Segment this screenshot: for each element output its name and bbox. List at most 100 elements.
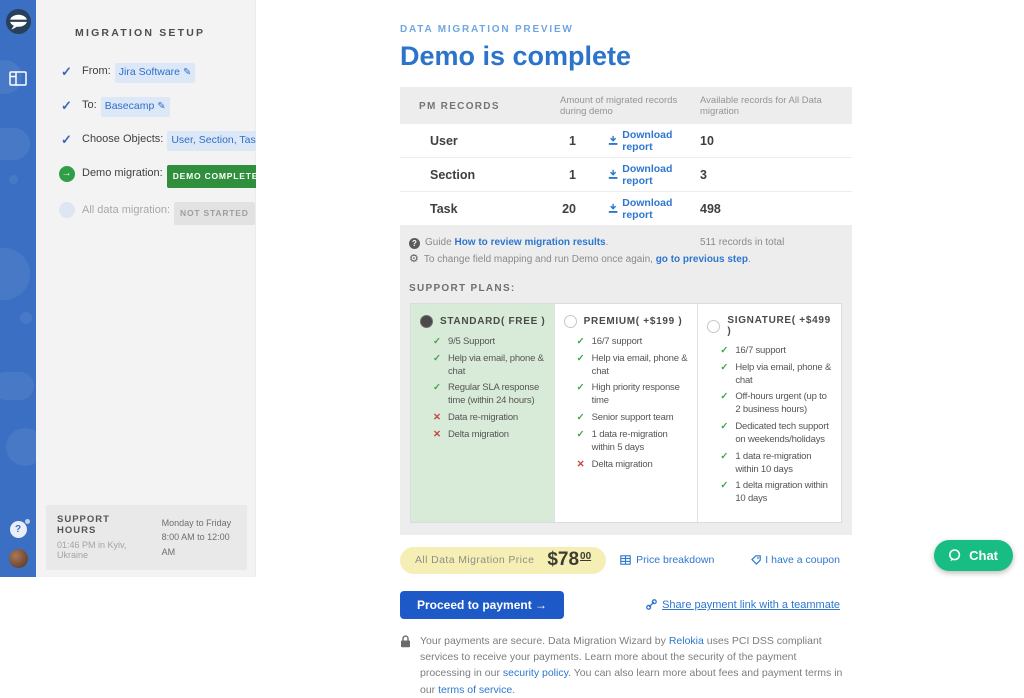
pencil-icon[interactable]: ✎ <box>157 101 165 112</box>
plan-standard-select[interactable]: STANDARD( FREE ) <box>420 315 547 328</box>
table-row: Section 1 Download report 3 <box>400 158 852 191</box>
plan-feature: Senior support team <box>577 412 691 425</box>
pencil-icon[interactable]: ✎ <box>183 67 191 78</box>
chat-label: Chat <box>969 548 998 563</box>
support-hours-time: 8:00 AM to 12:00 AM <box>162 530 236 559</box>
entity-cell: User <box>400 134 560 148</box>
terms-of-service-link[interactable]: terms of service <box>438 684 512 696</box>
grid-icon <box>620 555 631 565</box>
download-icon <box>608 169 618 180</box>
help-icon[interactable]: ? <box>10 521 27 538</box>
download-report-link[interactable]: Download report <box>608 129 700 153</box>
download-report-link[interactable]: Download report <box>608 163 700 187</box>
records-card: PM RECORDS Amount of migrated records du… <box>400 87 852 535</box>
guide-link[interactable]: How to review migration results <box>454 237 605 248</box>
alldata-status-badge: NOT STARTED <box>174 202 255 225</box>
plan-feature: Help via email, phone & chat <box>433 353 547 379</box>
lock-icon <box>400 635 411 648</box>
setup-title: MIGRATION SETUP <box>36 0 255 39</box>
price-pill: All Data Migration Price $7800 <box>400 547 606 574</box>
feature-icon <box>720 362 730 388</box>
radio-icon[interactable] <box>564 315 577 328</box>
proceed-to-payment-button[interactable]: Proceed to payment → <box>400 591 564 619</box>
step-demo-label: Demo migration: <box>82 165 163 182</box>
coupon-link[interactable]: I have a coupon <box>751 554 840 566</box>
chat-button[interactable]: Chat <box>934 540 1013 571</box>
relokia-link[interactable]: Relokia <box>669 635 704 647</box>
avatar[interactable] <box>9 549 28 568</box>
step-alldata-label: All data migration: <box>82 202 170 219</box>
table-header: PM RECORDS Amount of migrated records du… <box>400 87 852 124</box>
step-to-value[interactable]: Basecamp✎ <box>101 97 170 117</box>
price-amount: $7800 <box>547 549 591 571</box>
feature-icon <box>433 382 443 408</box>
plan-feature: 16/7 support <box>577 336 691 349</box>
plan-feature: Data re-migration <box>433 412 547 425</box>
feature-icon <box>720 391 730 417</box>
feature-icon <box>433 353 443 379</box>
feature-icon <box>433 412 443 425</box>
feature-icon <box>720 345 730 358</box>
available-cell: 10 <box>700 134 852 148</box>
guide-icon: ? <box>409 238 420 249</box>
relokia-logo-icon[interactable] <box>5 8 32 35</box>
check-icon: ✓ <box>58 131 75 148</box>
plan-feature: High priority response time <box>577 382 691 408</box>
records-total: 511 records in total <box>700 235 784 252</box>
feature-icon <box>720 480 730 506</box>
price-cents: 00 <box>580 551 591 562</box>
table-row: Task 20 Download report 498 <box>400 192 852 225</box>
step-alldata-migration: All data migration: NOT STARTED <box>36 202 255 225</box>
price-row: All Data Migration Price $7800 Price bre… <box>400 547 840 574</box>
table-row: User 1 Download report 10 <box>400 124 852 157</box>
step-objects-label: Choose Objects: <box>82 131 163 148</box>
support-plans: STANDARD( FREE ) 9/5 Support Help via em… <box>410 303 842 523</box>
price-breakdown-link[interactable]: Price breakdown <box>620 554 714 566</box>
plan-standard: STANDARD( FREE ) 9/5 Support Help via em… <box>411 304 554 522</box>
plan-feature: Off-hours urgent (up to 2 business hours… <box>720 391 834 417</box>
plan-signature-select[interactable]: SIGNATURE( +$499 ) <box>707 315 834 337</box>
plan-signature: SIGNATURE( +$499 ) 16/7 support Help via… <box>697 304 841 522</box>
plan-feature: Help via email, phone & chat <box>577 353 691 379</box>
page-title: Demo is complete <box>400 41 852 72</box>
support-hours-localtime: 01:46 PM in Kyiv, Ukraine <box>57 540 149 560</box>
security-policy-link[interactable]: security policy <box>503 667 568 679</box>
step-objects: ✓ Choose Objects: User, Section, Task✎ <box>36 131 255 151</box>
link-icon <box>646 599 657 610</box>
pending-step-icon <box>59 202 75 218</box>
panels-icon[interactable] <box>9 71 27 86</box>
feature-icon <box>720 421 730 447</box>
download-report-link[interactable]: Download report <box>608 197 700 221</box>
previous-step-link[interactable]: go to previous step <box>656 254 748 265</box>
feature-icon <box>577 336 587 349</box>
feature-icon <box>433 429 443 442</box>
col-entity-header: PM RECORDS <box>400 101 560 112</box>
entity-cell: Task <box>400 202 560 216</box>
check-icon: ✓ <box>58 97 75 114</box>
step-from-value[interactable]: Jira Software✎ <box>115 63 196 83</box>
support-hours-title: SUPPORT HOURS <box>57 514 149 536</box>
step-from: ✓ From: Jira Software✎ <box>36 63 255 83</box>
plan-feature: Delta migration <box>433 429 547 442</box>
radio-icon[interactable] <box>707 320 720 333</box>
feature-icon <box>577 429 587 455</box>
plan-feature: 1 data re-migration within 10 days <box>720 451 834 477</box>
plan-feature: 1 delta migration within 10 days <box>720 480 834 506</box>
step-to-label: To: <box>82 97 97 114</box>
gear-icon: ⚙ <box>409 254 419 265</box>
plan-premium-select[interactable]: PREMIUM( +$199 ) <box>564 315 691 328</box>
price-label: All Data Migration Price <box>415 554 534 566</box>
share-payment-link[interactable]: Share payment link with a teammate <box>646 599 840 611</box>
guide-text: Guide <box>425 237 454 248</box>
migrated-cell: 20 <box>560 202 576 216</box>
payment-row: Proceed to payment → Share payment link … <box>400 591 840 619</box>
plan-feature: 16/7 support <box>720 345 834 358</box>
feature-icon <box>577 459 587 472</box>
step-from-label: From: <box>82 63 111 80</box>
plan-name: SIGNATURE( +$499 ) <box>727 315 834 337</box>
radio-icon[interactable] <box>420 315 433 328</box>
col-available-header: Available records for All Data migration <box>700 95 852 117</box>
plan-feature: Help via email, phone & chat <box>720 362 834 388</box>
notes-block: ? Guide How to review migration results.… <box>400 226 852 268</box>
entity-cell: Section <box>400 168 560 182</box>
